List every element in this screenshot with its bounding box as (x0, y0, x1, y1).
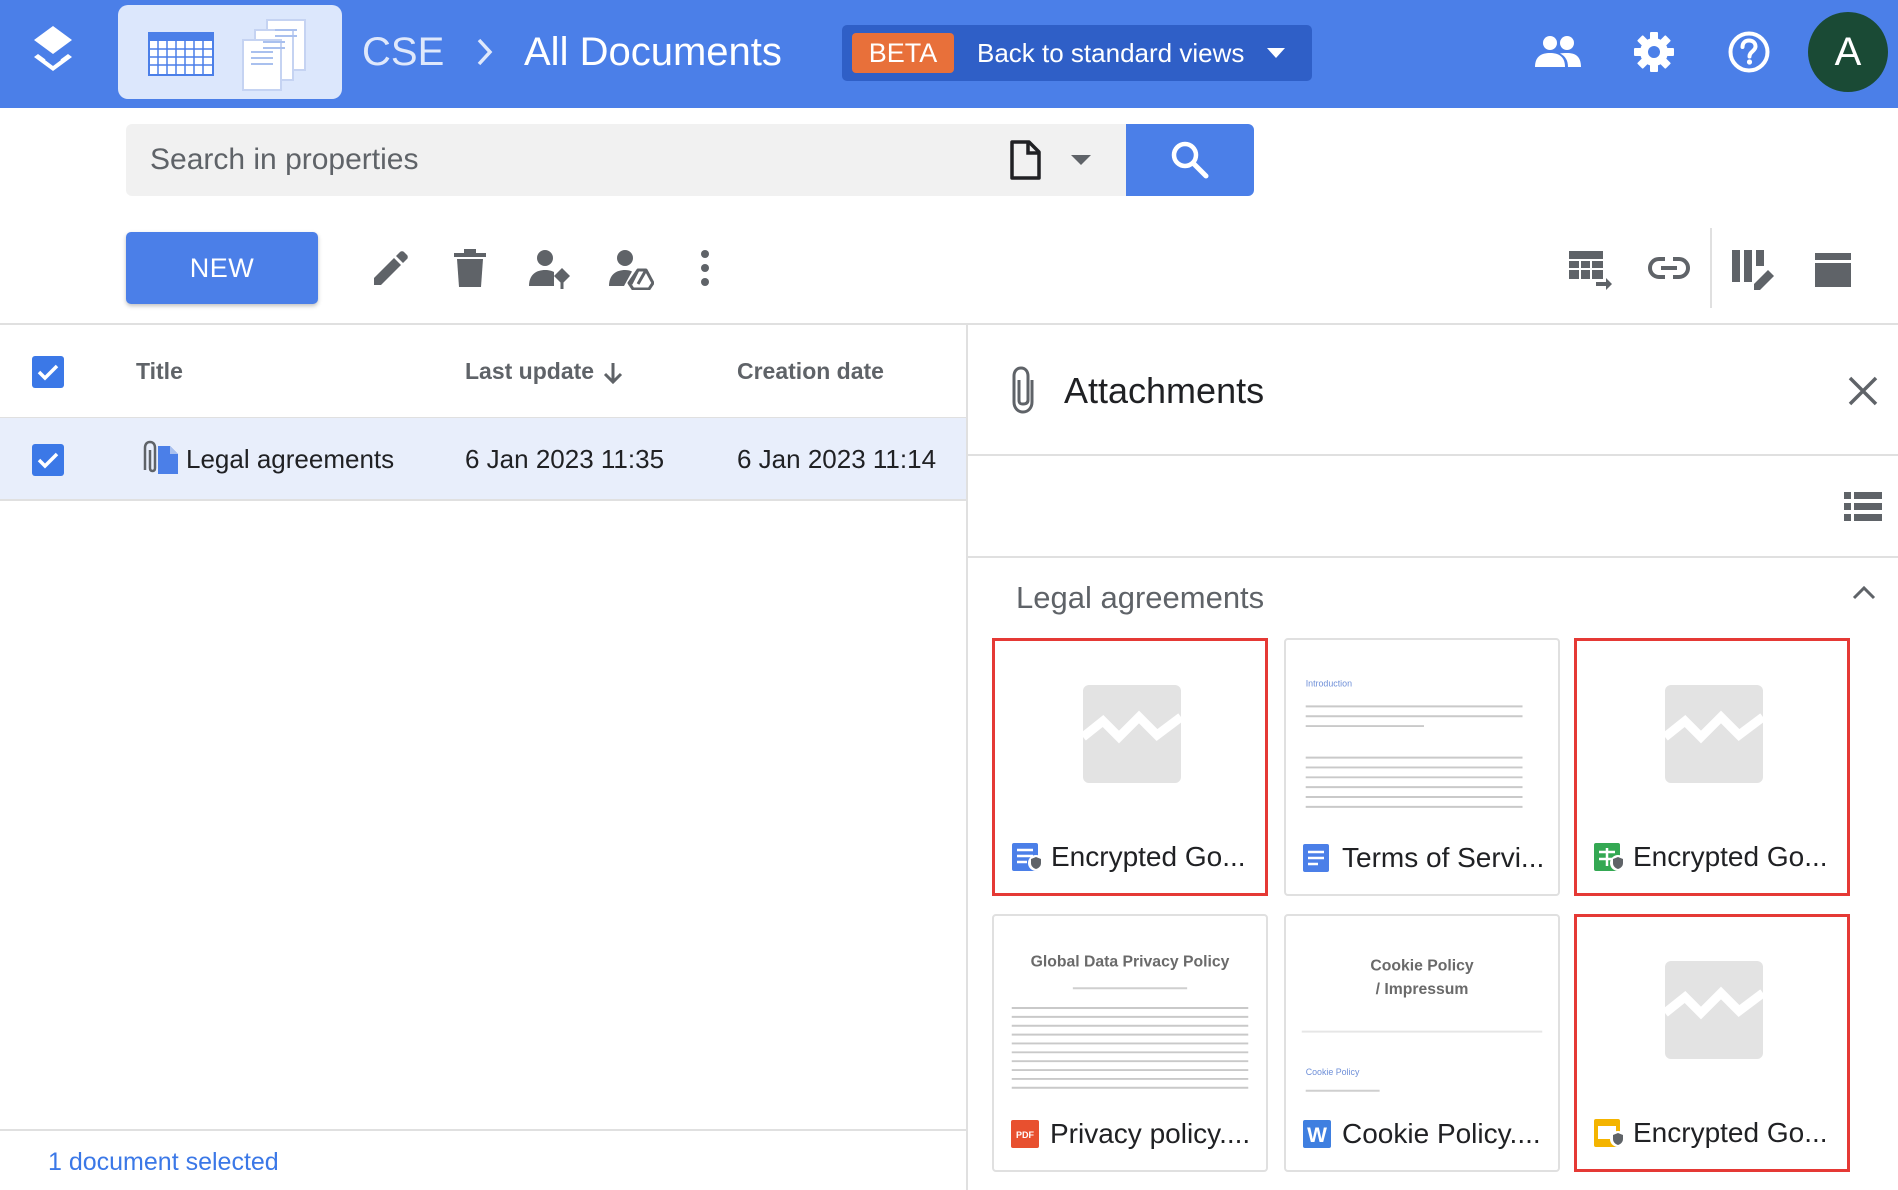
standard-views-dropdown[interactable]: BETA Back to standard views (842, 25, 1312, 81)
row-separator (0, 499, 966, 501)
panel-header-separator (968, 454, 1898, 456)
row-checkbox[interactable] (32, 444, 64, 476)
table-view-icon[interactable] (148, 32, 214, 76)
selection-count: 1 document selected (48, 1148, 279, 1176)
search-bar (126, 124, 1126, 196)
attachment-card[interactable]: Encrypted Go... (992, 638, 1268, 896)
delete-trash-icon[interactable] (452, 248, 488, 288)
toolbar-separator (0, 323, 1898, 325)
user-avatar[interactable]: A (1808, 12, 1888, 92)
share-drive-icon[interactable] (608, 248, 654, 290)
settings-gear-icon[interactable] (1634, 32, 1674, 72)
row-title[interactable]: Legal agreements (186, 444, 394, 475)
preview-heading: Cookie Policy (1370, 958, 1474, 975)
caret-down-icon (1071, 155, 1091, 165)
search-icon (1171, 141, 1209, 179)
panel-view-icon[interactable] (1814, 252, 1852, 288)
svg-text:W: W (1307, 1124, 1327, 1147)
chevron-right-icon (477, 38, 493, 66)
pdf-file-icon: PDF (1011, 1120, 1039, 1148)
attachment-name: Privacy policy.... (1050, 1118, 1251, 1149)
help-icon[interactable] (1728, 31, 1770, 73)
attachments-panel-title: Attachments (1064, 370, 1265, 411)
close-icon[interactable] (1848, 376, 1878, 406)
attachment-name: Encrypted Go... (1633, 1117, 1828, 1148)
encrypted-google-slides-icon (1594, 1119, 1626, 1147)
column-header-creation-date[interactable]: Creation date (737, 358, 884, 385)
search-input[interactable] (150, 138, 990, 182)
attachment-document-icon (143, 440, 178, 474)
manage-access-icon[interactable] (528, 248, 572, 290)
attachment-group-title: Legal agreements (1016, 580, 1265, 615)
footer-separator (0, 1129, 966, 1131)
document-preview-thumbnail: Introduction (1305, 679, 1523, 808)
attachment-card[interactable]: Global Data Privacy Policy PDF Privacy p… (992, 914, 1268, 1172)
edit-pencil-icon[interactable] (370, 248, 410, 288)
list-view-icon[interactable] (1844, 492, 1882, 522)
paperclip-icon (1012, 366, 1034, 414)
attachment-card[interactable]: Encrypted Go... (1574, 638, 1850, 896)
attachment-card[interactable]: Encrypted Go... (1574, 914, 1850, 1172)
attachment-name: Cookie Policy.... (1342, 1118, 1541, 1149)
breadcrumb-root[interactable]: CSE (362, 30, 444, 75)
checkmark-icon (37, 452, 59, 469)
toolbar-divider (1710, 228, 1712, 308)
beta-badge: BETA (852, 33, 954, 73)
column-header-title[interactable]: Title (136, 358, 183, 385)
encrypted-google-docs-icon (1012, 843, 1044, 871)
document-type-filter[interactable] (1009, 138, 1109, 182)
copy-link-icon[interactable] (1648, 256, 1690, 280)
documents-view-icon[interactable] (241, 18, 309, 92)
image-placeholder-icon (1665, 961, 1763, 1059)
document-preview-thumbnail: Cookie Policy / Impressum Cookie Policy (1301, 958, 1543, 1092)
app-logo-icon[interactable] (30, 24, 76, 80)
google-docs-icon (1303, 844, 1329, 872)
row-last-update: 6 Jan 2023 11:35 (465, 444, 665, 474)
checkmark-icon (37, 364, 59, 381)
caret-down-icon (1267, 48, 1285, 58)
attachment-card[interactable]: Cookie Policy / Impressum Cookie Policy … (1284, 914, 1560, 1172)
image-placeholder-icon (1083, 685, 1181, 783)
attachment-card[interactable]: Introduction Terms of Servi... (1284, 638, 1560, 896)
image-placeholder-icon (1665, 685, 1763, 783)
preview-heading-2: / Impressum (1376, 981, 1469, 998)
back-to-standard-views-label: Back to standard views (977, 38, 1245, 68)
encrypted-google-sheets-icon (1594, 843, 1626, 871)
new-document-button[interactable]: NEW (126, 232, 318, 304)
page-title: All Documents (524, 30, 782, 74)
document-icon (1010, 140, 1041, 180)
edit-columns-icon[interactable] (1730, 248, 1776, 292)
sort-descending-arrow-icon[interactable] (603, 361, 623, 385)
column-header-last-update[interactable]: Last update (465, 358, 594, 385)
panel-toolbar-separator (968, 556, 1898, 558)
attachment-name: Encrypted Go... (1051, 841, 1246, 872)
preview-heading: Introduction (1306, 679, 1352, 689)
row-creation-date: 6 Jan 2023 11:14 (737, 444, 937, 474)
export-table-icon[interactable] (1568, 250, 1612, 290)
select-all-checkbox[interactable] (32, 356, 64, 388)
attachment-name: Terms of Servi... (1342, 842, 1545, 873)
chevron-up-icon[interactable] (1852, 584, 1876, 600)
top-bar: CSE All Documents BETA Back to standard … (0, 0, 1898, 108)
preview-subheading: Cookie Policy (1306, 1067, 1360, 1077)
view-switcher[interactable] (118, 5, 342, 99)
svg-text:PDF: PDF (1016, 1130, 1035, 1140)
preview-heading: Global Data Privacy Policy (1031, 954, 1230, 971)
attachment-name: Encrypted Go... (1633, 841, 1828, 872)
word-file-icon: W (1303, 1120, 1331, 1148)
document-preview-thumbnail: Global Data Privacy Policy (1011, 954, 1249, 1089)
users-icon[interactable] (1534, 34, 1582, 68)
more-options-icon[interactable] (700, 248, 710, 288)
table-row[interactable]: Legal agreements 6 Jan 2023 11:35 6 Jan … (0, 418, 966, 500)
search-button[interactable] (1126, 124, 1254, 196)
